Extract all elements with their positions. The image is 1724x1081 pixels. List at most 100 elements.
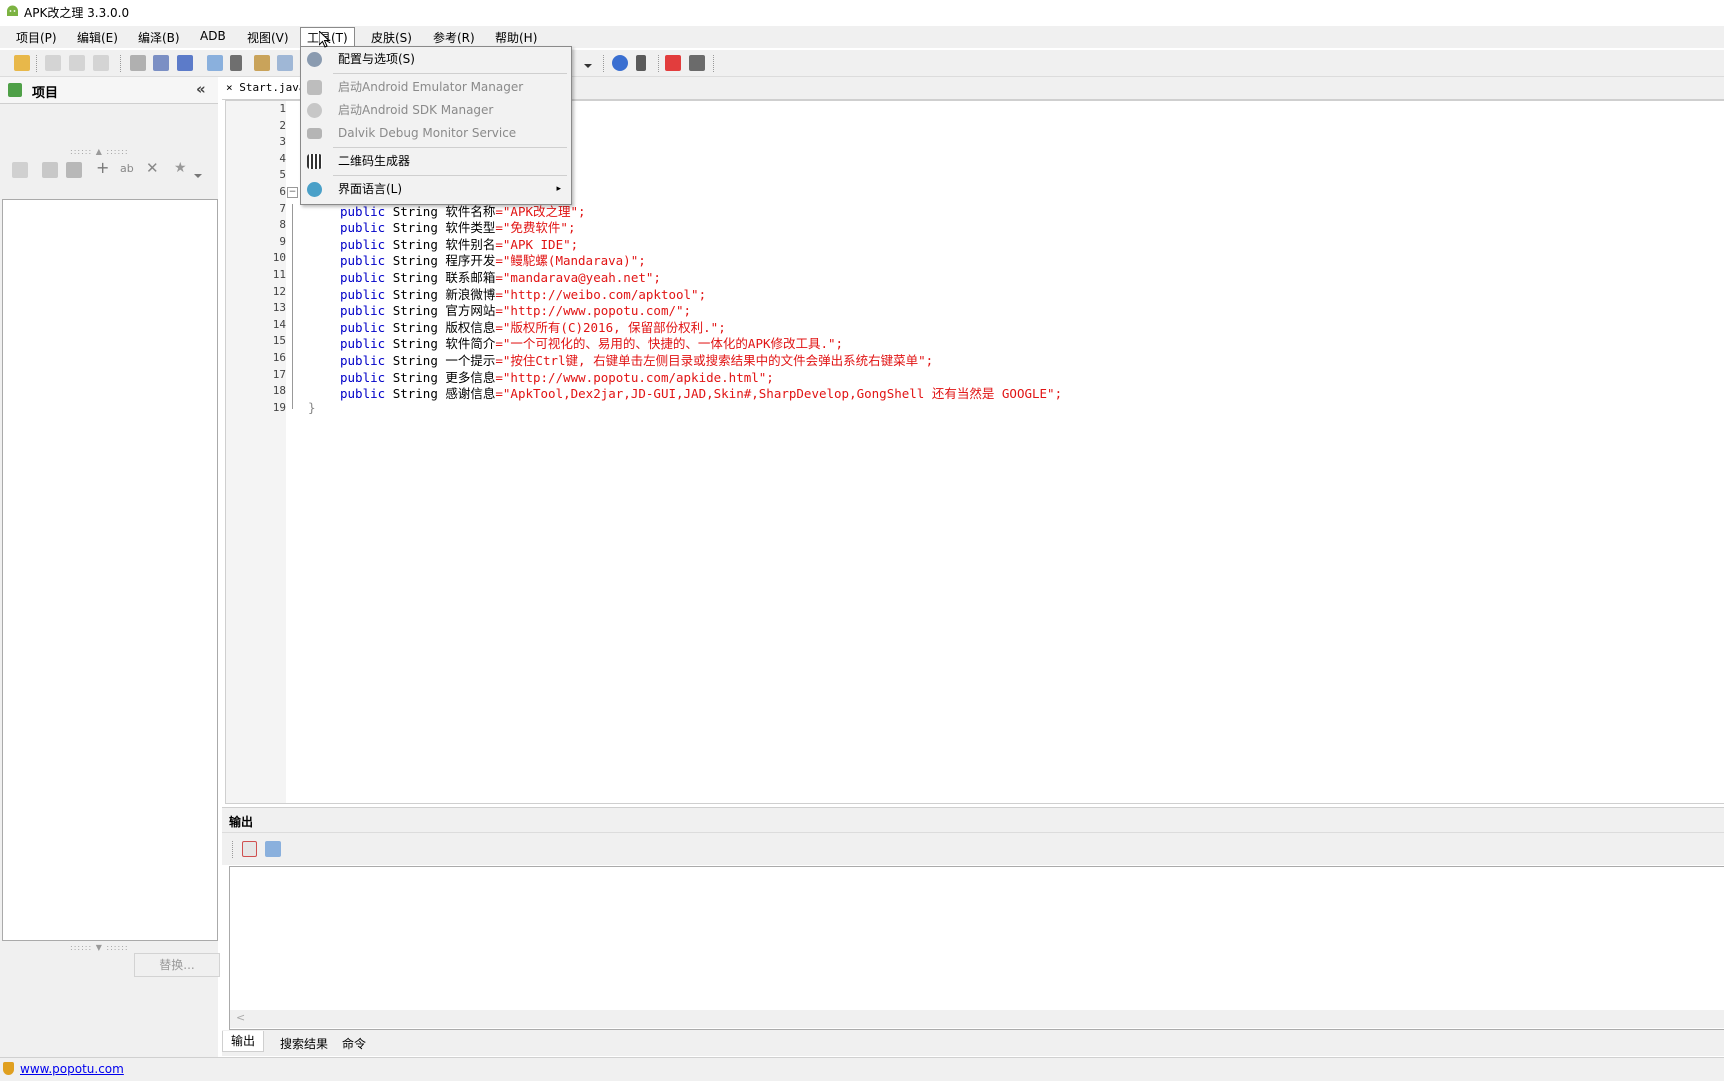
tab-label: Start.java bbox=[239, 81, 306, 94]
menu-item-ddms[interactable]: Dalvik Debug Monitor Service bbox=[301, 122, 571, 144]
menu-build[interactable]: 编泽(B) bbox=[136, 29, 182, 46]
menu-separator bbox=[333, 175, 567, 176]
tab-output[interactable]: 输出 bbox=[222, 1031, 265, 1052]
output-tab-strip: 输出 搜索结果 命令 bbox=[222, 1030, 1724, 1056]
code-line: public String 感谢信息="ApkTool,Dex2jar,JD-G… bbox=[340, 383, 1062, 402]
project-tree[interactable] bbox=[2, 199, 218, 941]
line-number: 17 bbox=[272, 367, 286, 381]
collapse-panel-button[interactable]: « bbox=[196, 80, 206, 98]
find-icon[interactable] bbox=[277, 55, 293, 71]
home-icon[interactable] bbox=[689, 55, 705, 71]
favorite-dropdown-icon[interactable] bbox=[194, 168, 202, 178]
menu-item-qrcode-generator[interactable]: 二维码生成器 bbox=[301, 150, 571, 172]
clear-output-icon[interactable] bbox=[242, 841, 257, 857]
help-icon[interactable] bbox=[612, 55, 628, 71]
copy-output-icon[interactable] bbox=[265, 841, 281, 857]
title-bar: APK改之理 3.3.0.0 bbox=[0, 0, 1724, 24]
line-number: 19 bbox=[272, 400, 286, 414]
menu-separator bbox=[333, 147, 567, 148]
menu-help[interactable]: 帮助(H) bbox=[493, 29, 539, 46]
output-panel-header: 输出 bbox=[222, 807, 1724, 833]
cut-icon[interactable] bbox=[230, 55, 242, 71]
sign-icon[interactable] bbox=[69, 55, 85, 71]
splitter-grip-bottom[interactable]: :::::: ▼ :::::: bbox=[70, 943, 129, 952]
project-tree-toolbar: + ab ✕ ★ bbox=[0, 157, 218, 183]
line-number: 1 bbox=[279, 102, 286, 115]
output-text-area[interactable] bbox=[229, 866, 1724, 1030]
project-panel: 项目 « :::::: ▲ :::::: + ab ✕ ★ :::::: ▼ :… bbox=[0, 77, 220, 1057]
tab-search-results[interactable]: 搜索结果 bbox=[272, 1034, 336, 1054]
menu-item-emulator-manager[interactable]: 启动Android Emulator Manager bbox=[301, 76, 571, 98]
tab-start-java[interactable]: × Start.java bbox=[222, 77, 311, 99]
toolbar-separator bbox=[658, 55, 660, 72]
project-icon bbox=[8, 83, 22, 97]
line-number-gutter: 1 2 3 4 5 6 7 8 9 10 11 12 13 14 15 16 17 18 19 bbox=[226, 101, 286, 803]
menu-edit[interactable]: 编辑(E) bbox=[75, 29, 120, 46]
project-panel-header: 项目 « bbox=[0, 77, 218, 104]
close-tab-icon[interactable]: × bbox=[226, 81, 233, 94]
line-number: 11 bbox=[272, 268, 286, 281]
paste-icon[interactable] bbox=[254, 55, 270, 71]
copy-icon[interactable] bbox=[207, 55, 223, 71]
menu-skin[interactable]: 皮肤(S) bbox=[369, 29, 414, 46]
window-title: APK改之理 3.3.0.0 bbox=[24, 6, 130, 20]
output-panel-title: 输出 bbox=[229, 815, 254, 829]
menu-project[interactable]: 项目(P) bbox=[14, 29, 59, 46]
menu-item-sdk-manager[interactable]: 启动Android SDK Manager bbox=[301, 99, 571, 121]
copy-file-icon[interactable] bbox=[42, 162, 58, 178]
toolbar-separator bbox=[603, 55, 605, 72]
code-identifier: String 感谢信息 bbox=[392, 386, 496, 402]
fold-guide-line bbox=[292, 203, 294, 409]
project-panel-title: 项目 bbox=[32, 86, 59, 101]
delete-icon[interactable]: ✕ bbox=[146, 161, 162, 177]
menu-item-interface-language[interactable]: 界面语言(L) ▸ bbox=[301, 178, 571, 200]
line-number: 18 bbox=[272, 384, 286, 398]
line-number: 4 bbox=[279, 151, 286, 165]
weibo-icon[interactable] bbox=[665, 55, 681, 71]
rename-icon[interactable]: ab bbox=[120, 162, 136, 178]
toolbar-separator bbox=[232, 841, 234, 858]
android-app-icon bbox=[6, 5, 19, 18]
qrcode-icon bbox=[307, 154, 322, 169]
menu-reference[interactable]: 参考(R) bbox=[431, 29, 477, 46]
line-number: 6 bbox=[279, 185, 286, 198]
install-icon[interactable] bbox=[93, 55, 109, 71]
fold-toggle-icon[interactable]: − bbox=[287, 187, 298, 198]
save-as-icon[interactable] bbox=[177, 55, 193, 71]
refresh-icon[interactable] bbox=[66, 162, 82, 178]
splitter-grip-top[interactable]: :::::: ▲ :::::: bbox=[70, 147, 129, 156]
tab-command[interactable]: 命令 bbox=[334, 1034, 374, 1054]
favorite-star-icon[interactable]: ★ bbox=[174, 161, 190, 177]
line-number: 10 bbox=[272, 251, 286, 265]
menu-separator bbox=[333, 73, 567, 74]
scroll-left-arrow[interactable]: < bbox=[236, 1011, 245, 1024]
save-all-icon[interactable] bbox=[153, 55, 169, 71]
line-number: 7 bbox=[279, 201, 286, 215]
menu-adb[interactable]: ADB bbox=[198, 29, 228, 43]
dropdown-arrow-icon[interactable] bbox=[583, 59, 593, 68]
open-folder-icon[interactable] bbox=[14, 55, 30, 71]
tools-menu-dropdown: 配置与选项(S) 启动Android Emulator Manager 启动An… bbox=[300, 46, 572, 205]
phone-icon bbox=[307, 80, 322, 95]
menu-view[interactable]: 视图(V) bbox=[245, 29, 291, 46]
code-string: ="ApkTool,Dex2jar,JD-GUI,JAD,Skin#,Sharp… bbox=[495, 386, 1063, 402]
add-icon[interactable]: + bbox=[96, 160, 112, 177]
mouse-cursor-icon bbox=[318, 29, 331, 52]
line-number: 15 bbox=[272, 334, 286, 348]
line-number: 14 bbox=[272, 317, 286, 331]
build-icon[interactable] bbox=[45, 55, 61, 71]
sdk-icon bbox=[307, 103, 322, 118]
menu-bar: 项目(P) 编辑(E) 编泽(B) ADB 视图(V) 工具(T) 皮肤(S) … bbox=[0, 26, 1724, 48]
line-number: 3 bbox=[279, 135, 286, 149]
code-editor[interactable]: 1 2 3 4 5 6 7 8 9 10 11 12 13 14 15 16 17 18 19 − public St… bbox=[225, 100, 1724, 804]
shield-icon bbox=[3, 1062, 14, 1075]
new-file-icon[interactable] bbox=[12, 162, 28, 178]
replace-button[interactable]: 替换... bbox=[134, 953, 220, 977]
save-icon[interactable] bbox=[130, 55, 146, 71]
output-horizontal-scrollbar[interactable]: < bbox=[230, 1010, 1724, 1028]
website-link[interactable]: www.popotu.com bbox=[20, 1062, 124, 1076]
debug-icon[interactable] bbox=[636, 55, 646, 71]
menu-item-settings[interactable]: 配置与选项(S) bbox=[301, 48, 571, 70]
line-number: 2 bbox=[279, 118, 286, 132]
toolbar-separator bbox=[713, 55, 715, 72]
